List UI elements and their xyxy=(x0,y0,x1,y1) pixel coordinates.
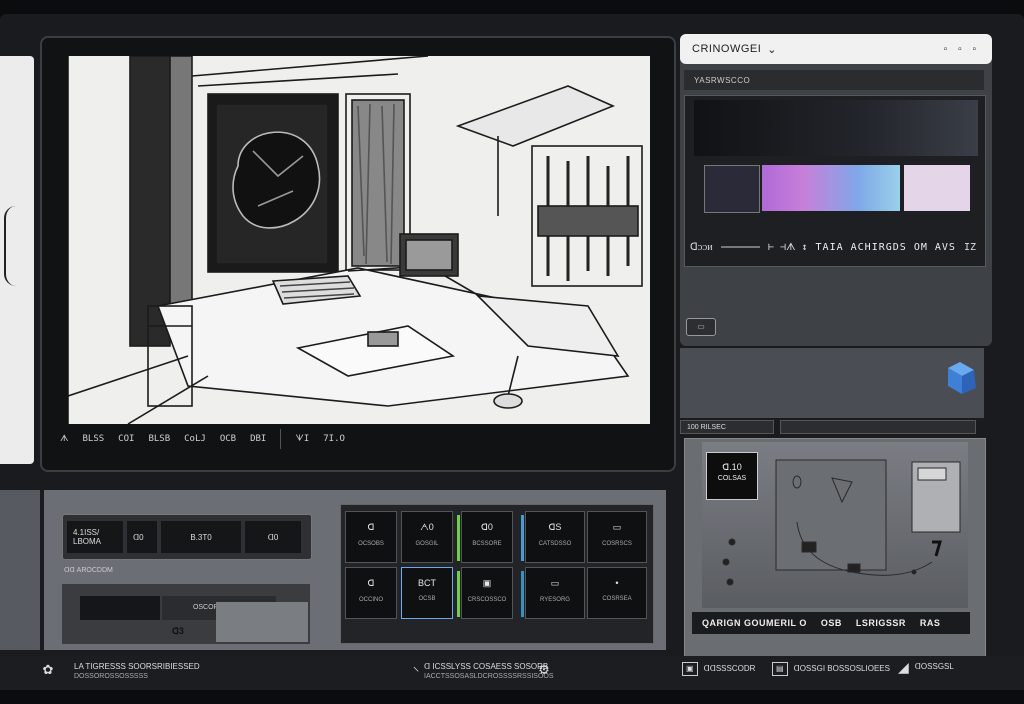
tab-search[interactable] xyxy=(780,420,976,434)
canvas-status-item: ᗐI xyxy=(295,434,310,444)
transport-widget: 4.1ISS/ LBOMA ᗡ0 B.3T0 ᗡ0 xyxy=(62,514,312,560)
canvas-status-item: CoLJ xyxy=(184,434,206,444)
clip-accent-green xyxy=(457,515,460,561)
timeline-value: ᗡ3 xyxy=(172,626,184,636)
taskbar-item[interactable]: ◢ ᗡOSSGSL xyxy=(898,659,954,675)
clip-tile[interactable]: ▭ RYESORG xyxy=(525,567,585,619)
control-markers[interactable]: ⊢ ⊣ᗑ ↕ xyxy=(768,242,808,253)
control-label: TAIA ACHIRGDS OM AVS xyxy=(815,241,956,253)
clip-tile[interactable]: ᗅ0 GOSGIL xyxy=(401,511,453,563)
transport-label: 4.1ISS/ LBOMA xyxy=(67,521,123,553)
layer-panel xyxy=(680,348,984,418)
clip-grid-panel: ᗡ OCSOBS ᗅ0 GOSGIL ᗡ0 BCSSORE ᗡS CATSDSSO ▭ C… xyxy=(340,504,654,644)
badge-line-1: ᗡ.10 xyxy=(722,462,742,472)
control-value: IZ xyxy=(963,241,976,253)
transport-button[interactable]: ᗡ0 xyxy=(245,521,301,553)
timeline-widget: OSCOR ORSPE ᗡ3 xyxy=(62,584,310,644)
canvas-status-bar: ᗑ BLSS COI BLSB CoLJ OCB DBI ᗐI 7I.O xyxy=(60,428,660,450)
panel-small-button[interactable]: ▭ xyxy=(686,318,716,336)
left-bottom-panel xyxy=(0,490,40,650)
warning-icon: ◢ xyxy=(898,659,909,675)
app-logo-icon[interactable]: ✿ xyxy=(38,662,58,680)
canvas-status-zoom: 7I.O xyxy=(323,434,345,444)
clip-tile[interactable]: ▭ COSRSCS xyxy=(587,511,647,563)
clip-tile[interactable]: • COSRSEA xyxy=(587,567,647,619)
color-swatch-gradient[interactable] xyxy=(762,165,900,211)
color-swatch-dark[interactable] xyxy=(704,165,760,213)
badge-line-2: COLSAS xyxy=(717,475,747,482)
color-control-row: ᗡᴐᴐᴎ ⊢ ⊣ᗑ ↕ TAIA ACHIRGDS OM AVS IZ xyxy=(690,236,976,258)
clip-tile-selected[interactable]: BCT OCSB xyxy=(401,567,453,619)
layer-tab-row: 100 RILSEC xyxy=(680,420,984,436)
taskbar-item[interactable]: ▤ ᗡOSSGI BOSSOSLIOEES xyxy=(772,662,890,676)
node-status-item: OSB xyxy=(820,618,842,628)
canvas-status-item: BLSS xyxy=(82,434,105,444)
canvas-status-item: COI xyxy=(118,434,135,444)
canvas-status-item: DBI xyxy=(250,434,267,444)
node-badge[interactable]: ᗡ.10 COLSAS xyxy=(706,452,758,500)
monitor-icon: ▣ xyxy=(682,662,698,676)
color-swatch-light[interactable] xyxy=(904,165,970,211)
node-status-item: LSRIGSSR xyxy=(855,618,906,628)
panel-title: CRINOWGEI xyxy=(692,43,762,55)
document-icon: ▤ xyxy=(772,662,788,676)
node-status-item: RAS xyxy=(919,618,941,628)
canvas-status-item: OCB xyxy=(219,434,237,444)
title-dropdown-icon[interactable]: ⌄ xyxy=(767,43,777,56)
clip-accent-blue xyxy=(521,515,524,561)
tab-layers[interactable]: 100 RILSEC xyxy=(680,420,774,434)
room-sketch-illustration xyxy=(68,56,643,424)
clip-tile[interactable]: ᗡ0 BCSSORE xyxy=(461,511,513,563)
clip-tile[interactable]: ▣ CRSCOSSCO xyxy=(461,567,513,619)
left-side-panel xyxy=(0,56,34,464)
clip-tile[interactable]: ᗡS CATSDSSO xyxy=(525,511,585,563)
clip-accent-blue xyxy=(521,571,524,617)
cube-logo-icon xyxy=(948,362,976,394)
panel-title-bar[interactable]: CRINOWGEI ⌄ ▫ ▫ ▫ xyxy=(680,34,992,64)
node-status-label: QARIGN GOUMERIL O xyxy=(702,618,807,628)
canvas-status-icon[interactable]: ᗑ xyxy=(60,434,68,444)
dark-preview-strip xyxy=(694,100,978,156)
transport-button[interactable]: ᗡ0 xyxy=(127,521,157,553)
window-controls[interactable]: ▫ ▫ ▫ xyxy=(944,44,980,55)
status-divider xyxy=(280,429,282,449)
timeline-preview xyxy=(216,602,308,642)
clip-tile[interactable]: ᗡ OCSOBS xyxy=(345,511,397,563)
transport-time: B.3T0 xyxy=(161,521,241,553)
control-left-label: ᗡᴐᴐᴎ xyxy=(690,241,713,253)
panel-subheader: YASRWSCCO xyxy=(684,70,984,90)
taskbar-item[interactable]: ▣ ᗡᗡSSSCODR xyxy=(682,662,755,676)
canvas-status-item: BLSB xyxy=(148,434,171,444)
node-status-bar: QARIGN GOUMERIL O OSB LSRIGSSR RAS xyxy=(692,612,970,634)
cursor-icon: ⸌ xyxy=(412,664,420,679)
timeline-block[interactable] xyxy=(80,596,160,620)
sketch-canvas[interactable] xyxy=(68,56,650,424)
clip-tile[interactable]: ᗡ OCCINO xyxy=(345,567,397,619)
left-panel-sketch xyxy=(4,206,28,286)
settings-icon[interactable]: ⚙ xyxy=(534,662,554,680)
clip-accent-green xyxy=(457,571,460,617)
control-slider-track[interactable] xyxy=(720,246,761,248)
widget-caption: ᗡᗡ AROCDDM xyxy=(64,567,113,574)
taskbar-caption: LA TIGRESSS SOORSRIBIESSED DOSSOROSSOSSS… xyxy=(74,662,200,680)
